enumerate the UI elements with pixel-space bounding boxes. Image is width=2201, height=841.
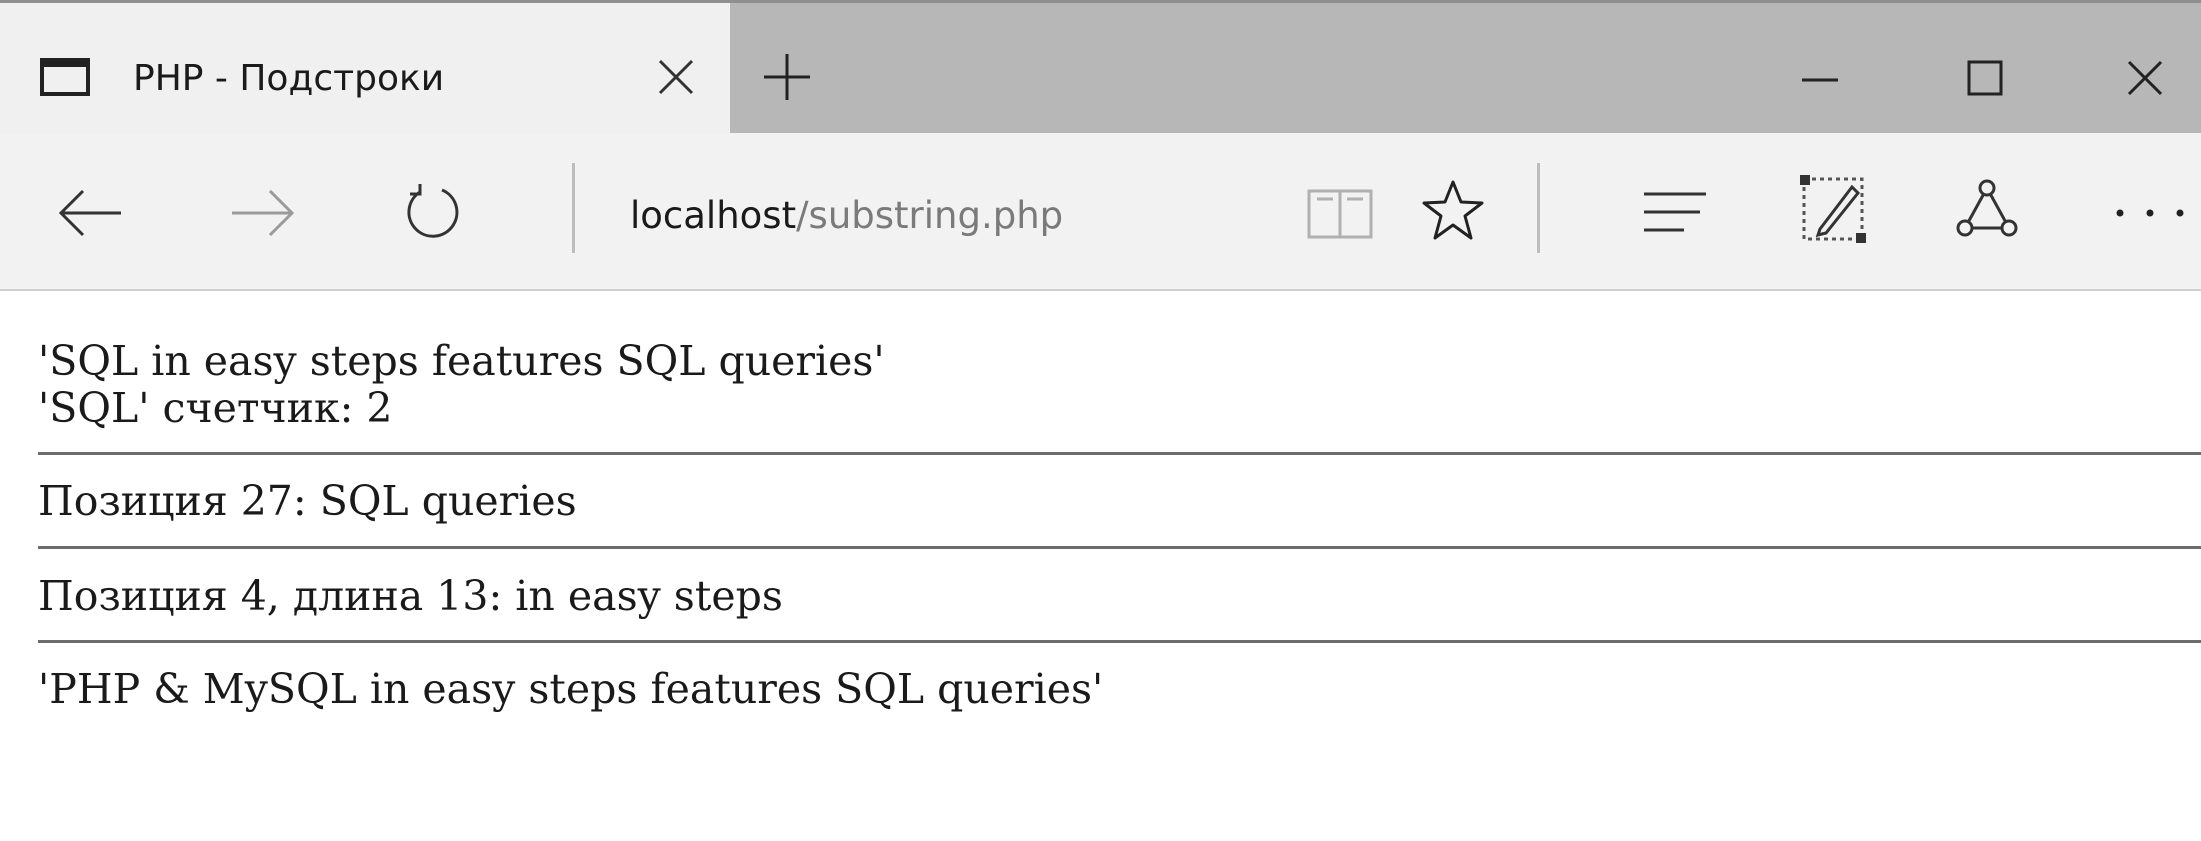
plus-icon[interactable] [760,50,814,104]
browser-tab[interactable]: PHP - Подстроки [0,3,730,136]
page-content: 'SQL in easy steps features SQL queries'… [0,291,2201,841]
title-bar: PHP - Подстроки [0,0,2201,136]
tab-title: PHP - Подстроки [133,58,445,99]
toolbar-divider [1537,163,1540,253]
horizontal-rule [38,640,2201,643]
more-dots-icon[interactable] [2110,203,2190,223]
share-icon[interactable] [1955,178,2019,244]
output-line: Позиция 4, длина 13: in easy steps [38,572,783,620]
pen-icon[interactable] [1798,173,1868,245]
star-icon[interactable] [1420,178,1486,244]
address-host: localhost [630,194,797,237]
address-bar[interactable]: localhost/substring.php [630,188,1063,243]
hub-icon[interactable] [1640,188,1710,236]
output-line: Позиция 27: SQL queries [38,477,577,525]
close-window-icon[interactable] [2115,48,2175,108]
address-path: /substring.php [796,194,1064,237]
forward-arrow-icon[interactable] [228,183,298,243]
minimize-icon[interactable] [1790,48,1850,108]
toolbar-divider [572,163,575,253]
output-line: 'PHP & MySQL in easy steps features SQL … [38,665,1104,713]
close-icon[interactable] [652,53,700,101]
horizontal-rule [38,452,2201,455]
refresh-icon[interactable] [398,178,466,246]
maximize-icon[interactable] [1955,48,2015,108]
output-line: 'SQL in easy steps features SQL queries' [38,337,885,385]
back-arrow-icon[interactable] [55,183,125,243]
book-icon[interactable] [1305,185,1375,243]
page-icon [40,58,90,96]
horizontal-rule [38,546,2201,549]
output-line: 'SQL' счетчик: 2 [38,384,393,432]
navigation-bar: localhost/substring.php [0,133,2201,291]
